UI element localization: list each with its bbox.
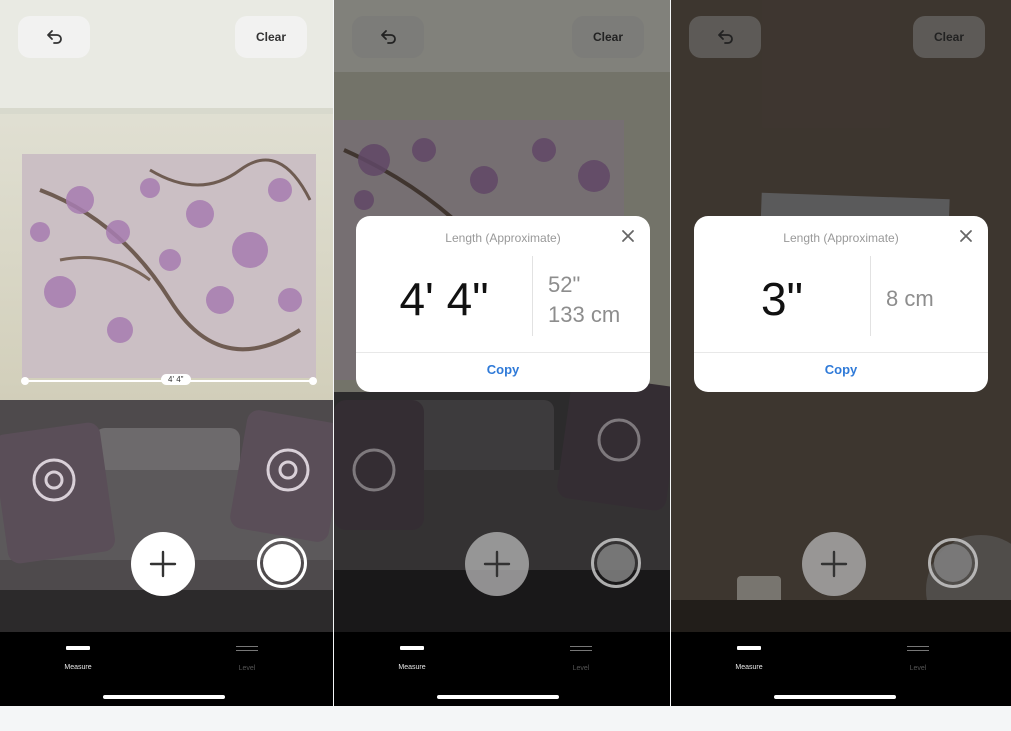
measure-screen-2: Clear Length (Approximate) 4' 4" 52" 133…: [334, 0, 670, 706]
tab-bar: Measure Level: [334, 632, 670, 706]
card-separator: [694, 352, 988, 353]
add-point-button[interactable]: [465, 532, 529, 596]
alt-measurement-inches: 52": [548, 272, 581, 297]
tab-bar: Measure Level: [0, 632, 333, 706]
measure-icon: [400, 646, 424, 650]
card-title: Length (Approximate): [783, 231, 899, 245]
alt-measurement-cm: 133 cm: [548, 302, 621, 327]
measurement-card: Length (Approximate) 3" 8 cm Copy: [694, 216, 988, 392]
home-indicator[interactable]: [774, 695, 896, 699]
measurement-start-point[interactable]: [21, 377, 29, 385]
capture-button[interactable]: [591, 538, 641, 588]
level-icon: [907, 646, 929, 651]
measurement-card: Length (Approximate) 4' 4" 52" 133 cm Co…: [356, 216, 650, 392]
clear-button[interactable]: Clear: [572, 16, 644, 58]
tab-bar: Measure Level: [671, 632, 1011, 706]
add-point-button[interactable]: [131, 532, 195, 596]
undo-arrow-icon: [381, 30, 396, 44]
alt-measurement-cm: 8 cm: [886, 286, 934, 311]
clear-button[interactable]: Clear: [235, 16, 307, 58]
measurement-label[interactable]: 4' 4": [161, 374, 191, 385]
undo-button[interactable]: [352, 16, 424, 58]
capture-circle-icon: [597, 544, 635, 582]
undo-arrow-icon: [47, 30, 62, 44]
tab-level[interactable]: Level: [217, 646, 277, 672]
tab-measure[interactable]: Measure: [48, 646, 108, 671]
undo-button[interactable]: [18, 16, 90, 58]
plus-icon: [149, 550, 177, 578]
tab-level[interactable]: Level: [551, 646, 611, 672]
undo-arrow-icon: [718, 30, 733, 44]
undo-button[interactable]: [689, 16, 761, 58]
plus-icon: [820, 550, 848, 578]
tab-level-label: Level: [572, 665, 590, 672]
tab-level[interactable]: Level: [888, 646, 948, 672]
card-separator: [356, 352, 650, 353]
measure-icon: [737, 646, 761, 650]
tab-measure-label: Measure: [735, 664, 763, 671]
clear-button[interactable]: Clear: [913, 16, 985, 58]
tab-measure-label: Measure: [398, 664, 426, 671]
measure-screen-3: Clear Length (Approximate) 3" 8 cm Copy …: [671, 0, 1011, 706]
home-indicator[interactable]: [103, 695, 225, 699]
card-title: Length (Approximate): [445, 231, 561, 245]
capture-button[interactable]: [257, 538, 307, 588]
capture-circle-icon: [263, 544, 301, 582]
tab-measure[interactable]: Measure: [719, 646, 779, 671]
close-icon: [622, 230, 634, 242]
close-icon: [960, 230, 972, 242]
tab-measure[interactable]: Measure: [382, 646, 442, 671]
tab-level-label: Level: [238, 665, 256, 672]
card-divider: [532, 256, 533, 336]
copy-button[interactable]: Copy: [694, 362, 988, 377]
capture-circle-icon: [934, 544, 972, 582]
capture-button[interactable]: [928, 538, 978, 588]
measurement-end-point[interactable]: [309, 377, 317, 385]
card-divider: [870, 256, 871, 336]
home-indicator[interactable]: [437, 695, 559, 699]
close-button[interactable]: [620, 228, 636, 244]
level-icon: [236, 646, 258, 651]
main-measurement-value: 3": [761, 273, 803, 325]
copy-button[interactable]: Copy: [356, 362, 650, 377]
tab-measure-label: Measure: [64, 664, 92, 671]
measure-screen-1: 4' 4" Clear Measure Level: [0, 0, 333, 706]
add-point-button[interactable]: [802, 532, 866, 596]
main-measurement-value: 4' 4": [399, 273, 489, 325]
level-icon: [570, 646, 592, 651]
measure-icon: [66, 646, 90, 650]
tab-level-label: Level: [909, 665, 927, 672]
plus-icon: [483, 550, 511, 578]
close-button[interactable]: [958, 228, 974, 244]
